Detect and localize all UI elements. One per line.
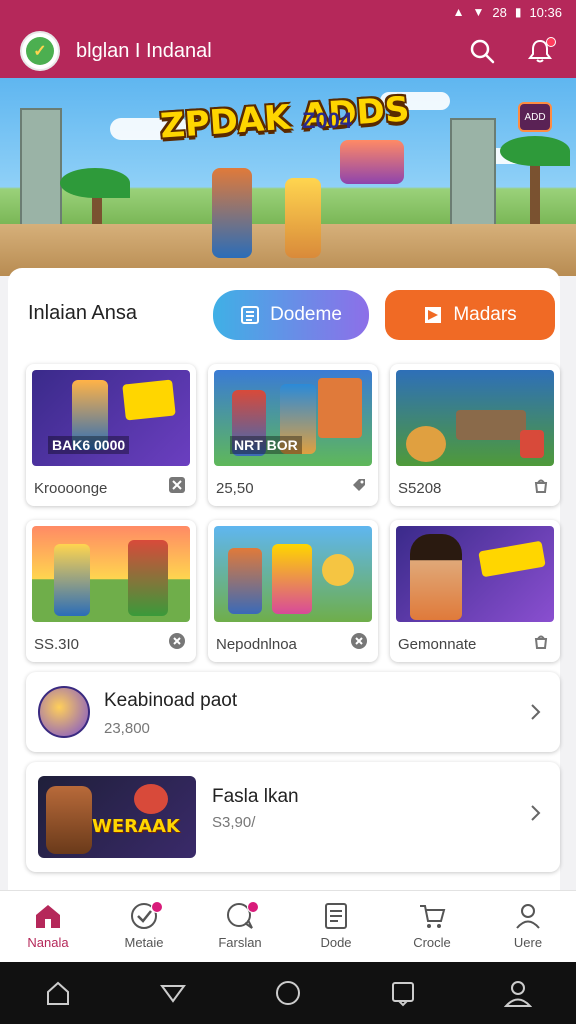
notification-badge <box>546 37 556 47</box>
close-icon[interactable] <box>168 476 186 494</box>
signal-icon: ▲ <box>452 5 465 19</box>
tile-image-text: NRT BOR <box>230 436 302 454</box>
system-account-button[interactable] <box>498 973 538 1013</box>
nav-label: Farslan <box>218 935 262 950</box>
status-time: 10:36 <box>529 4 562 20</box>
app-title: blglan I Indanal <box>76 39 212 62</box>
bag-icon[interactable] <box>532 632 550 650</box>
bottom-navigation: Nanala Metaie Farslan Dode Crocle Uere <box>0 890 576 962</box>
list-item-thumbnail: WERAAK <box>38 776 196 858</box>
tile-label: Gemonnate <box>398 636 477 653</box>
triangle-down-icon <box>159 985 186 1003</box>
nav-label: Dode <box>320 935 352 950</box>
list-item-title: Fasla lkan <box>212 786 299 807</box>
user-icon <box>516 904 540 929</box>
nav-badge <box>151 901 163 913</box>
character-1 <box>212 168 252 258</box>
tile-label: 25,50 <box>216 480 254 497</box>
square-icon <box>392 982 415 1007</box>
game-thumbnail: BAK6 0000 <box>32 370 190 466</box>
game-thumbnail <box>396 370 554 466</box>
game-thumbnail <box>396 526 554 622</box>
game-tile[interactable]: SS.3I0 <box>26 520 196 662</box>
banner-year: Z004 <box>302 108 353 133</box>
list-item-thumbnail <box>38 686 90 738</box>
bag-icon[interactable] <box>532 476 550 494</box>
home-outline-icon <box>46 981 69 1005</box>
list-item-subtitle: 23,800 <box>104 720 150 737</box>
tile-label: Nepodnlnoa <box>216 636 297 653</box>
promo-banner[interactable]: ZPDAK ADDS Z004 ADD <box>0 78 576 276</box>
nav-item-cart[interactable]: Crocle <box>384 891 480 962</box>
app-logo-icon[interactable]: ✓ <box>20 31 60 71</box>
list-item-subtitle: S3,90/ <box>212 814 256 831</box>
nav-label: Uere <box>513 935 543 950</box>
banner-title: ZPDAK ADDS <box>158 89 411 147</box>
game-tile[interactable]: NRT BOR 25,50 <box>208 364 378 506</box>
wifi-icon: ▼ <box>472 5 485 19</box>
floating-ship <box>340 140 404 184</box>
nav-item-document[interactable]: Dode <box>288 891 384 962</box>
list-item-image-text: WERAAK <box>92 816 180 837</box>
chevron-right-icon[interactable] <box>526 804 544 822</box>
system-back-button[interactable] <box>153 973 193 1013</box>
app-bar: ✓ blglan I Indanal <box>0 24 576 78</box>
notifications-button[interactable] <box>520 31 560 71</box>
game-thumbnail <box>214 526 372 622</box>
battery-icon: ▮ <box>514 5 522 19</box>
game-tile[interactable]: Nepodnlnoa <box>208 520 378 662</box>
cart-icon <box>420 905 446 928</box>
tag-icon[interactable] <box>350 476 368 494</box>
tile-image-text: BAK6 0000 <box>48 436 130 454</box>
tile-label: Kroooonge <box>34 480 108 497</box>
content-panel: Inlaian Ansa Dodeme Madars BAK6 0000 Kro… <box>8 268 560 894</box>
system-navigation <box>0 962 576 1024</box>
nav-badge <box>247 901 259 913</box>
nav-label: Metaie <box>124 935 164 950</box>
section-title: Inlaian Ansa <box>28 302 137 324</box>
system-recents-button[interactable] <box>383 973 423 1013</box>
list-icon <box>241 306 260 324</box>
list-item-title: Keabinoad paot <box>104 690 238 711</box>
nav-item-home[interactable]: Nanala <box>0 891 96 962</box>
secondary-action-label: Madars <box>453 304 517 325</box>
nav-label: Nanala <box>27 935 69 950</box>
tile-label: SS.3I0 <box>34 636 80 653</box>
game-tile[interactable]: BAK6 0000 Kroooonge <box>26 364 196 506</box>
person-icon <box>504 981 533 1007</box>
nav-label: Crocle <box>413 935 451 950</box>
search-button[interactable] <box>462 31 502 71</box>
home-icon <box>36 905 60 928</box>
character-2 <box>285 178 321 258</box>
close-icon[interactable] <box>168 632 186 650</box>
tile-label: S5208 <box>398 480 442 497</box>
game-tile[interactable]: Gemonnate <box>390 520 560 662</box>
primary-action-button[interactable]: Dodeme <box>213 290 369 340</box>
battery-label: 28 <box>492 4 507 20</box>
system-home-button[interactable] <box>38 973 78 1013</box>
list-item[interactable]: WERAAK Fasla lkan S3,90/ <box>26 762 560 872</box>
nav-item-profile[interactable]: Uere <box>480 891 576 962</box>
game-thumbnail <box>32 526 190 622</box>
nav-item-chat[interactable]: Farslan <box>192 891 288 962</box>
game-thumbnail: NRT BOR <box>214 370 372 466</box>
circle-icon <box>275 981 300 1005</box>
search-icon <box>470 39 495 64</box>
secondary-action-button[interactable]: Madars <box>385 290 555 340</box>
document-icon <box>325 903 347 929</box>
system-center-button[interactable] <box>268 973 308 1013</box>
banner-badge[interactable]: ADD <box>518 102 552 132</box>
close-icon[interactable] <box>350 632 368 650</box>
game-tile[interactable]: S5208 <box>390 364 560 506</box>
nav-item-check[interactable]: Metaie <box>96 891 192 962</box>
primary-action-label: Dodeme <box>270 304 342 325</box>
flag-icon <box>425 307 442 323</box>
status-bar: ▲ ▼ 28 ▮ 10:36 <box>0 0 576 24</box>
chevron-right-icon[interactable] <box>526 703 544 721</box>
list-item[interactable]: Keabinoad paot 23,800 <box>26 672 560 752</box>
